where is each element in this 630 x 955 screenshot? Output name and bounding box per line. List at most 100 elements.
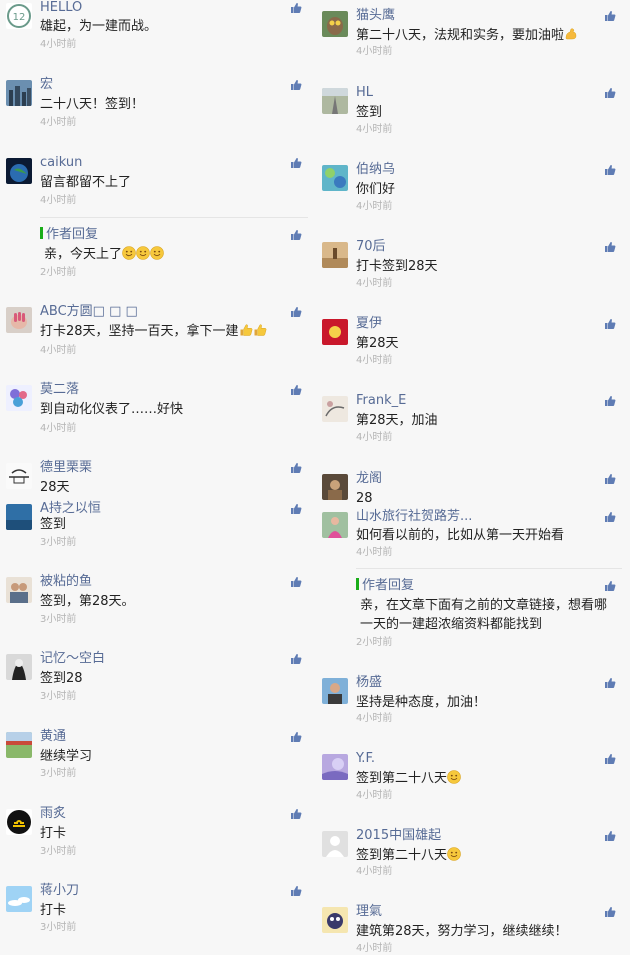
like-icon[interactable] — [604, 473, 616, 485]
avatar[interactable] — [6, 886, 32, 912]
avatar[interactable] — [322, 474, 348, 500]
comment-text: 坚持是种态度，加油！ — [356, 694, 486, 712]
commenter-name[interactable]: ABC方圆□ □ □ — [40, 304, 138, 320]
commenter-name[interactable]: 2015中国雄起 — [356, 828, 441, 844]
commenter-name[interactable]: 山水旅行社贺路芳... — [356, 509, 472, 525]
avatar[interactable] — [6, 732, 32, 758]
like-icon[interactable] — [290, 731, 302, 743]
commenter-name[interactable]: 杨盛 — [356, 675, 382, 691]
comment-text: 打卡签到28天 — [356, 258, 438, 276]
commenter-name[interactable]: 宏 — [40, 77, 53, 93]
commenter-name[interactable]: 记忆～空白 — [40, 651, 105, 667]
avatar[interactable] — [322, 678, 348, 704]
emoji-icon — [447, 847, 461, 863]
svg-text:12: 12 — [13, 12, 26, 23]
avatar[interactable] — [322, 396, 348, 422]
timestamp: 4小时前 — [40, 423, 77, 434]
comment-text-content: 继续学习 — [40, 749, 93, 764]
comment-text-content: 你们好 — [356, 182, 396, 197]
comment-text: 第二十八天，法规和实务，要加油啦 — [356, 27, 578, 45]
name-text: 2015中国雄起 — [356, 828, 442, 843]
commenter-name[interactable]: Frank_E — [356, 393, 406, 409]
commenter-name[interactable]: 雨炙 — [40, 806, 66, 822]
avatar[interactable] — [6, 463, 32, 489]
commenter-name[interactable]: 德里栗栗 — [40, 460, 92, 476]
commenter-name[interactable]: 理氣 — [356, 904, 382, 920]
name-text: 龙阁 — [356, 471, 383, 486]
like-icon[interactable] — [604, 164, 616, 176]
commenter-name[interactable]: 猫头鹰 — [356, 8, 395, 24]
avatar[interactable] — [322, 319, 348, 345]
avatar[interactable] — [6, 307, 32, 333]
comment-text: 28 — [356, 490, 373, 508]
commenter-name[interactable]: 夏伊 — [356, 316, 382, 332]
avatar[interactable] — [322, 242, 348, 268]
timestamp: 4小时前 — [356, 790, 393, 801]
like-icon[interactable] — [290, 462, 302, 474]
like-icon[interactable] — [290, 503, 302, 515]
like-icon[interactable] — [604, 677, 616, 689]
avatar[interactable] — [322, 754, 348, 780]
avatar[interactable] — [322, 512, 348, 538]
commenter-name[interactable]: 伯纳乌 — [356, 162, 395, 178]
avatar[interactable] — [322, 11, 348, 37]
avatar[interactable] — [322, 165, 348, 191]
avatar[interactable] — [6, 385, 32, 411]
like-icon[interactable] — [604, 10, 616, 22]
name-text: 夏伊 — [356, 316, 383, 331]
like-icon[interactable] — [604, 395, 616, 407]
avatar[interactable] — [6, 654, 32, 680]
name-text: 德里栗栗 — [40, 460, 93, 475]
like-icon[interactable] — [604, 753, 616, 765]
avatar[interactable] — [6, 809, 32, 835]
like-icon[interactable] — [604, 318, 616, 330]
timestamp: 4小时前 — [40, 117, 77, 128]
commenter-name[interactable]: HL — [356, 85, 373, 101]
avatar[interactable] — [6, 80, 32, 106]
commenter-name[interactable]: 黄通 — [40, 729, 66, 745]
like-icon[interactable] — [290, 808, 302, 820]
avatar[interactable] — [6, 577, 32, 603]
like-icon[interactable] — [290, 653, 302, 665]
avatar[interactable] — [322, 831, 348, 857]
like-icon[interactable] — [604, 87, 616, 99]
comment-text: 留言都留不上了 — [40, 174, 131, 192]
commenter-name[interactable]: caikun — [40, 155, 82, 171]
like-icon[interactable] — [604, 906, 616, 918]
commenter-name[interactable]: 70后 — [356, 239, 386, 255]
like-icon[interactable] — [290, 2, 302, 14]
comment-text-content: 签到，第28天。 — [40, 594, 135, 609]
like-icon[interactable] — [604, 830, 616, 842]
like-icon[interactable] — [290, 306, 302, 318]
comment-text-line2: 一天的一建超浓缩资料都能找到 — [360, 617, 543, 632]
commenter-name[interactable]: A持之以恒 — [40, 501, 101, 517]
commenter-name[interactable]: Y.F. — [356, 751, 375, 767]
timestamp: 3小时前 — [40, 846, 77, 857]
timestamp: 4小时前 — [356, 432, 393, 443]
avatar[interactable] — [322, 907, 348, 933]
like-icon[interactable] — [290, 229, 302, 241]
name-text: ABC方圆□ □ □ — [40, 304, 138, 319]
commenter-name[interactable]: 蒋小刀 — [40, 883, 79, 899]
like-icon[interactable] — [604, 580, 616, 592]
commenter-name[interactable]: 莫二落 — [40, 382, 79, 398]
timestamp: 4小时前 — [356, 355, 393, 366]
comment-text: 签到 — [40, 516, 66, 534]
like-icon[interactable] — [604, 511, 616, 523]
like-icon[interactable] — [290, 885, 302, 897]
avatar[interactable] — [322, 88, 348, 114]
like-icon[interactable] — [290, 384, 302, 396]
commenter-name[interactable]: 被粘的鱼 — [40, 574, 92, 590]
like-icon[interactable] — [290, 157, 302, 169]
avatar[interactable] — [6, 504, 32, 530]
name-text: 猫头鹰 — [356, 8, 396, 23]
like-icon[interactable] — [290, 576, 302, 588]
name-text: 70后 — [356, 239, 386, 254]
avatar[interactable] — [6, 158, 32, 184]
divider — [356, 568, 622, 569]
commenter-name[interactable]: HELLO — [40, 0, 82, 16]
like-icon[interactable] — [604, 241, 616, 253]
like-icon[interactable] — [290, 79, 302, 91]
avatar[interactable]: 12 — [6, 3, 32, 29]
commenter-name[interactable]: 龙阁 — [356, 471, 382, 487]
